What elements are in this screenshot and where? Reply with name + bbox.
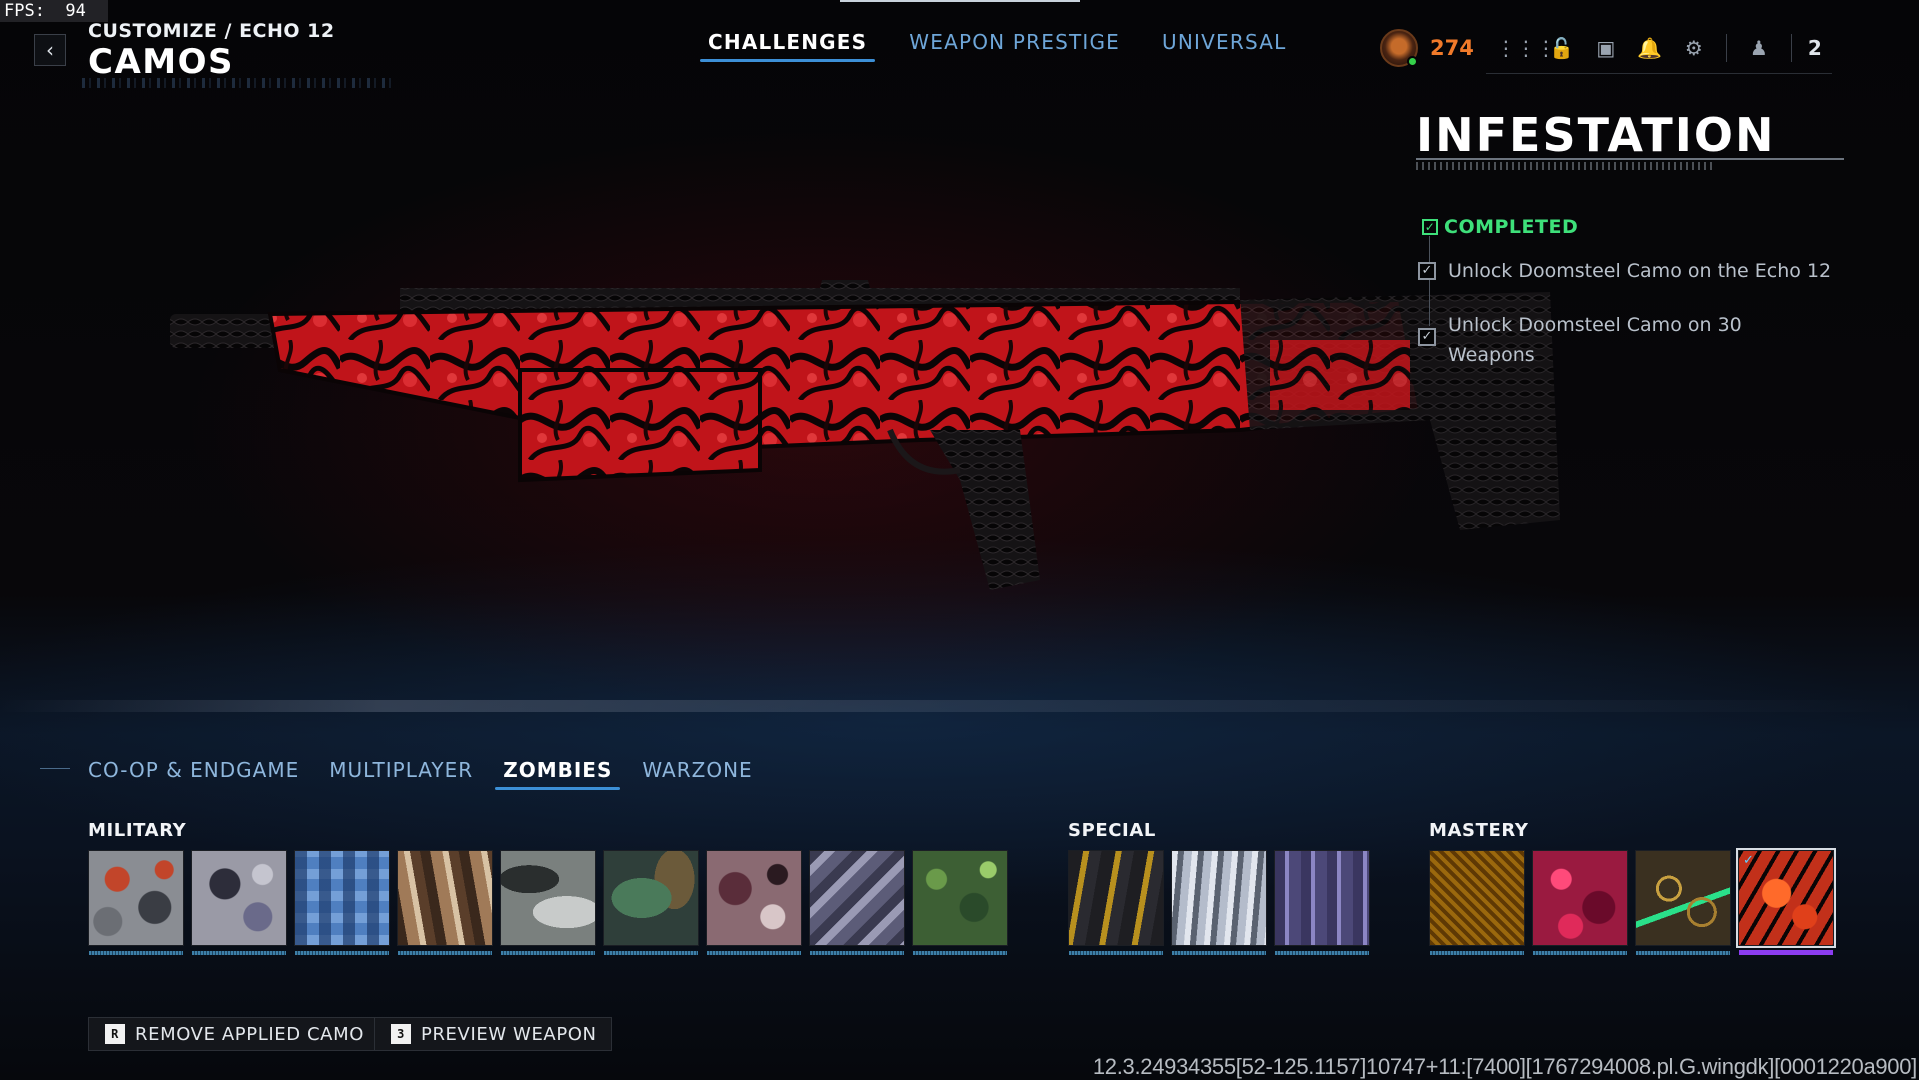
mode-tabs-decoration [40, 768, 70, 769]
fps-counter: FPS: 94 [0, 0, 108, 22]
camo-swatch[interactable] [88, 850, 184, 955]
camo-swatch[interactable] [603, 850, 699, 955]
group-label-special: SPECIAL [1068, 820, 1156, 841]
camo-swatch[interactable] [1532, 850, 1628, 955]
party-icon[interactable]: ♟ [1737, 36, 1781, 60]
camo-swatch[interactable] [706, 850, 802, 955]
camo-swatch[interactable] [191, 850, 287, 955]
remove-camo-label: REMOVE APPLIED CAMO [135, 1023, 364, 1045]
build-version-string: 12.3.24934355[52-125.1157]10747+11:[7400… [1092, 1054, 1917, 1079]
special-camo-grid [1068, 850, 1370, 955]
tab-universal[interactable]: UNIVERSAL [1154, 28, 1294, 62]
page-title: CAMOS [88, 42, 234, 82]
section-divider [0, 700, 1919, 712]
unlock-icon[interactable]: 🔓 [1540, 36, 1584, 60]
hud-divider [1790, 34, 1792, 62]
preview-weapon-label: PREVIEW WEAPON [421, 1023, 597, 1045]
challenge-item: ✓ Unlock Doomsteel Camo on the Echo 12 [1418, 256, 1838, 286]
camo-swatch[interactable] [1068, 850, 1164, 955]
tab-challenges[interactable]: CHALLENGES [700, 28, 876, 62]
tab-coop-endgame[interactable]: CO-OP & ENDGAME [80, 756, 307, 790]
key-hint: R [105, 1024, 125, 1044]
challenge-text: Unlock Doomsteel Camo on the Echo 12 [1448, 260, 1832, 282]
tab-zombies[interactable]: ZOMBIES [495, 756, 621, 790]
party-count: 2 [1807, 36, 1822, 60]
check-box-icon: ✓ [1418, 262, 1436, 280]
check-box-icon: ✓ [1422, 219, 1438, 235]
hud-divider [1725, 34, 1727, 62]
breadcrumb: CUSTOMIZE / ECHO 12 [88, 20, 335, 42]
currency-amount: 274 [1430, 36, 1474, 60]
back-button[interactable]: ‹ [34, 34, 66, 66]
challenge-item: ✓ Unlock Doomsteel Camo on 30 Weapons [1418, 310, 1758, 370]
camo-swatch[interactable] [397, 850, 493, 955]
remove-camo-button[interactable]: R REMOVE APPLIED CAMO [88, 1017, 379, 1051]
player-avatar[interactable] [1380, 29, 1418, 67]
camo-swatch[interactable] [1635, 850, 1731, 955]
mode-tabs: CO-OP & ENDGAME MULTIPLAYER ZOMBIES WARZ… [80, 756, 761, 790]
challenge-text: Unlock Doomsteel Camo on 30 Weapons [1448, 314, 1742, 366]
camo-title-divider [1416, 158, 1844, 160]
camera-icon[interactable]: ▣ [1584, 36, 1628, 60]
grid-menu-icon[interactable]: ⋮⋮⋮ [1496, 36, 1556, 60]
hud-bar: 274 ⋮⋮⋮ 🔓 ▣ 🔔 ⚙ ♟ 2 [1380, 28, 1822, 68]
title-decoration [82, 78, 392, 88]
military-camo-grid [88, 850, 1008, 955]
camo-swatch[interactable] [912, 850, 1008, 955]
camo-swatch[interactable] [1171, 850, 1267, 955]
check-box-icon: ✓ [1418, 328, 1436, 346]
key-hint: 3 [391, 1024, 411, 1044]
completed-status: ✓ COMPLETED [1422, 216, 1578, 238]
group-label-military: MILITARY [88, 820, 187, 841]
camo-swatch[interactable] [500, 850, 596, 955]
equipped-check-icon: ✓ [1743, 853, 1754, 868]
camo-title-decoration [1416, 162, 1716, 170]
bell-icon[interactable]: 🔔 [1628, 36, 1672, 60]
tab-weapon-prestige[interactable]: WEAPON PRESTIGE [901, 28, 1128, 62]
status-label: COMPLETED [1444, 216, 1579, 238]
top-tabs: CHALLENGES WEAPON PRESTIGE UNIVERSAL [700, 28, 1294, 62]
camo-swatch[interactable] [1274, 850, 1370, 955]
chevron-left-icon: ‹ [46, 38, 54, 62]
camo-swatch[interactable] [1429, 850, 1525, 955]
group-label-mastery: MASTERY [1429, 820, 1529, 841]
camo-swatch-infestation-selected[interactable]: ✓ [1736, 848, 1836, 955]
top-indicator-line [840, 0, 1080, 2]
hud-underline [1486, 73, 1832, 74]
gear-icon[interactable]: ⚙ [1672, 36, 1716, 60]
tab-multiplayer[interactable]: MULTIPLAYER [321, 756, 481, 790]
tab-warzone[interactable]: WARZONE [634, 756, 760, 790]
preview-weapon-button[interactable]: 3 PREVIEW WEAPON [374, 1017, 612, 1051]
mastery-camo-grid: ✓ [1429, 848, 1836, 955]
camo-swatch[interactable] [809, 850, 905, 955]
camo-name: INFESTATION [1416, 108, 1776, 162]
online-status-dot [1407, 56, 1418, 67]
camo-swatch[interactable] [294, 850, 390, 955]
